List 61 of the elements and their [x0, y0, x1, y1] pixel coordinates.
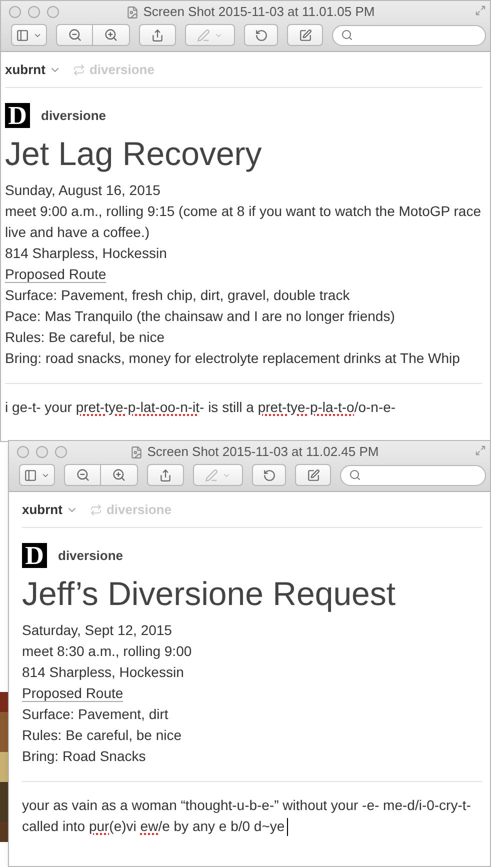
- account-name[interactable]: xubrnt: [5, 60, 46, 80]
- share-button[interactable]: [147, 464, 184, 486]
- share-button[interactable]: [139, 24, 176, 46]
- comment-text[interactable]: your as vain as a woman “thought-u-b-e-” without your -e- me-d/i-0-cry-t- called into pur(e)vi ew/e by any e b/0 d~ye: [22, 795, 482, 837]
- rotate-button[interactable]: [244, 24, 278, 46]
- post-line: 814 Sharpless, Hockessin: [22, 663, 185, 682]
- zoom-in-icon: [112, 468, 126, 482]
- edit-icon: [306, 468, 320, 482]
- reblog-icon: [73, 64, 86, 76]
- search-icon: [341, 29, 353, 41]
- edit-button[interactable]: [287, 24, 323, 46]
- comment-text[interactable]: i ge-t- your pret-tye-p-lat-oo-n-it- is still a pret-tye-p-la-t-o/o-n-e-: [5, 397, 482, 418]
- post-title: Jet Lag Recovery: [5, 134, 263, 174]
- search-field[interactable]: [332, 24, 486, 46]
- post-line: Pace: Mas Tranquilo (the chainsaw and I are no longer friends): [5, 307, 396, 326]
- rotate-icon: [254, 28, 268, 42]
- route-link[interactable]: Proposed Route: [5, 266, 106, 283]
- post-line: Sunday, August 16, 2015: [5, 181, 162, 200]
- rotate-icon: [262, 468, 276, 482]
- edit-button[interactable]: [295, 464, 331, 486]
- pen-icon: [205, 468, 218, 482]
- zoom-in-button[interactable]: [93, 24, 130, 46]
- post-line: 814 Sharpless, Hockessin: [5, 244, 168, 263]
- zoom-in-icon: [104, 28, 118, 42]
- post-line: meet 8:30 a.m., rolling 9:00: [22, 642, 193, 661]
- post-line: meet 9:00 a.m., rolling 9:15 (come at 8 if you want to watch the MotoGP race live and have a coffee.): [5, 202, 482, 242]
- search-field[interactable]: [340, 464, 486, 486]
- zoom-out-icon: [68, 28, 82, 42]
- blog-logo: D: [22, 543, 47, 568]
- post-line: Rules: Be careful, be nice: [5, 328, 166, 347]
- zoom-out-button[interactable]: [64, 464, 101, 486]
- sidebar-icon: [16, 28, 29, 42]
- search-icon: [349, 469, 361, 481]
- post-line: Bring: Road Snacks: [22, 747, 147, 766]
- window-title: Screen Shot 2015-11-03 at 11.01.05 PM: [143, 3, 375, 22]
- post-line: Saturday, Sept 12, 2015: [22, 621, 173, 640]
- post-line: Bring: road snacks, money for electrolyte replacement drinks at The Whip: [5, 349, 461, 368]
- zoom-in-button[interactable]: [101, 464, 138, 486]
- account-name[interactable]: xubrnt: [22, 500, 62, 520]
- rotate-button[interactable]: [252, 464, 286, 486]
- post-line: Surface: Pavement, fresh chip, dirt, gravel, double track: [5, 286, 351, 305]
- sidebar-icon: [24, 468, 37, 482]
- route-link[interactable]: Proposed Route: [22, 685, 124, 702]
- zoom-out-icon: [76, 468, 90, 482]
- blog-name[interactable]: diversione: [58, 546, 124, 566]
- blog-logo: D: [5, 103, 30, 128]
- edit-icon: [298, 28, 312, 42]
- sidebar-button[interactable]: [19, 464, 55, 486]
- share-icon: [159, 468, 172, 482]
- sidebar-button[interactable]: [11, 24, 47, 46]
- post-title: Jeff’s Diversione Request: [22, 574, 397, 614]
- window-title: Screen Shot 2015-11-03 at 11.02.45 PM: [147, 443, 379, 462]
- document-icon: [126, 6, 140, 18]
- blog-name[interactable]: diversione: [41, 106, 106, 126]
- post-line: Rules: Be careful, be nice: [22, 726, 183, 745]
- zoom-out-button[interactable]: [56, 24, 93, 46]
- post-line: Surface: Pavement, dirt: [22, 705, 170, 724]
- document-icon: [130, 446, 144, 458]
- reblog-icon: [90, 504, 102, 516]
- share-icon: [151, 28, 164, 42]
- pen-icon: [197, 28, 210, 42]
